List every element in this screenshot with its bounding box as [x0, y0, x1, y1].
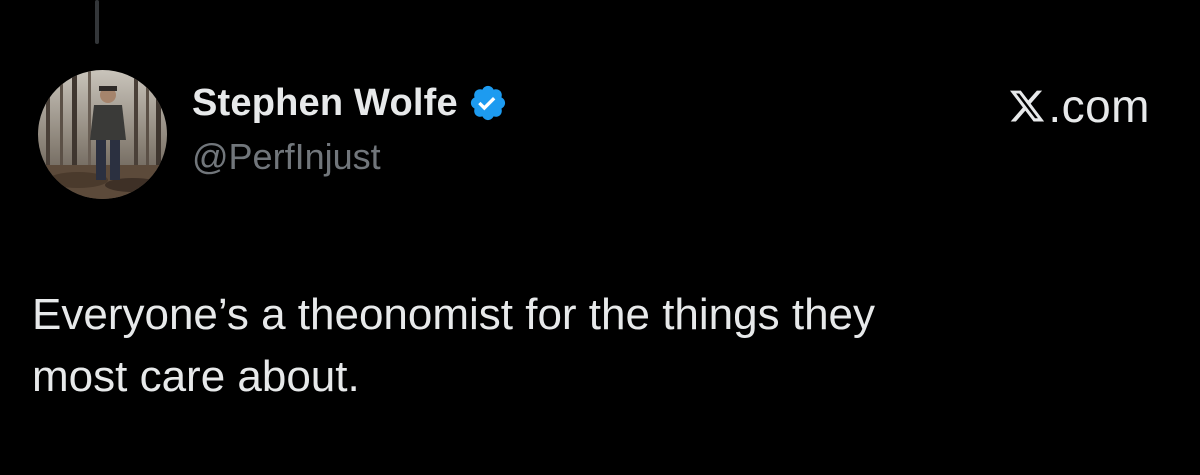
- thread-connector-line: [95, 0, 99, 44]
- x-com-brand-mark: .com: [1008, 80, 1150, 132]
- author-display-name[interactable]: Stephen Wolfe: [192, 82, 458, 125]
- avatar[interactable]: [38, 70, 167, 199]
- avatar-photo: [38, 70, 167, 199]
- x-logo-icon: [1008, 87, 1046, 125]
- brand-domain-text: .com: [1048, 80, 1150, 132]
- author-name-row: Stephen Wolfe: [192, 78, 508, 128]
- author-handle[interactable]: @PerfInjust: [192, 136, 381, 178]
- verified-badge-icon: [468, 83, 508, 123]
- tweet-body-text: Everyone’s a theonomist for the things t…: [32, 290, 876, 401]
